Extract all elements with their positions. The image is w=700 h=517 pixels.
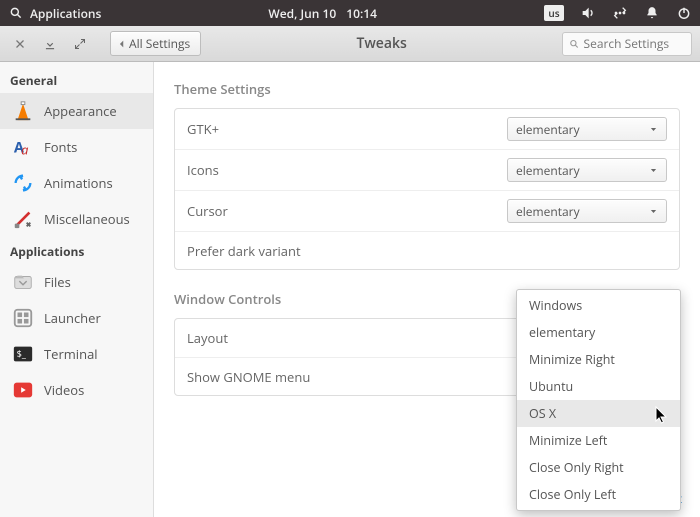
sidebar-item-files[interactable]: Files (0, 264, 153, 300)
chevron-down-icon (649, 166, 658, 175)
sidebar-item-label: Files (44, 273, 71, 291)
power-icon[interactable] (676, 5, 692, 21)
notification-icon[interactable] (644, 5, 660, 21)
launcher-icon (12, 307, 34, 329)
sidebar: General Appearance Aa Fonts Animations M… (0, 62, 154, 517)
svg-text:$_: $_ (17, 347, 27, 360)
dropdown-item[interactable]: Minimize Right (517, 346, 680, 373)
chevron-down-icon (649, 125, 658, 134)
search-icon (8, 5, 24, 21)
sidebar-item-appearance[interactable]: Appearance (0, 93, 153, 129)
gtk-select[interactable]: elementary (507, 117, 667, 141)
chevron-left-icon (117, 39, 127, 49)
maximize-button[interactable] (68, 32, 92, 56)
miscellaneous-icon (12, 208, 34, 230)
sidebar-item-label: Launcher (44, 309, 101, 327)
main: General Appearance Aa Fonts Animations M… (0, 62, 700, 517)
sidebar-item-launcher[interactable]: Launcher (0, 300, 153, 336)
appearance-icon (12, 100, 34, 122)
theme-group: GTK+ elementary Icons elementary Cursor … (174, 108, 680, 270)
videos-icon (12, 379, 34, 401)
sidebar-item-terminal[interactable]: $_ Terminal (0, 336, 153, 372)
cursor-select[interactable]: elementary (507, 199, 667, 223)
applications-label: Applications (30, 5, 101, 22)
gtk-label: GTK+ (187, 120, 219, 138)
date-label: Wed, Jun 10 (268, 5, 336, 22)
sidebar-item-animations[interactable]: Animations (0, 165, 153, 201)
sidebar-section-general: General (0, 66, 153, 93)
files-icon (12, 271, 34, 293)
icons-label: Icons (187, 161, 219, 179)
applications-menu[interactable]: Applications (8, 5, 101, 22)
cursor-select-value: elementary (516, 203, 580, 220)
dark-variant-label: Prefer dark variant (187, 242, 301, 260)
top-panel: Applications Wed, Jun 10 10:14 us (0, 0, 700, 26)
sidebar-item-label: Miscellaneous (44, 210, 130, 228)
sidebar-item-fonts[interactable]: Aa Fonts (0, 129, 153, 165)
keyboard-indicator[interactable]: us (544, 5, 564, 21)
animations-icon (12, 172, 34, 194)
all-settings-label: All Settings (129, 35, 190, 52)
row-dark-variant: Prefer dark variant (175, 231, 679, 269)
search-field[interactable] (562, 32, 692, 56)
dropdown-item[interactable]: Close Only Left (517, 481, 680, 508)
volume-icon[interactable] (580, 5, 596, 21)
close-button[interactable] (8, 32, 32, 56)
theme-settings-title: Theme Settings (174, 80, 680, 98)
chevron-down-icon (649, 207, 658, 216)
dropdown-item[interactable]: elementary (517, 319, 680, 346)
fonts-icon: Aa (12, 136, 34, 158)
download-button[interactable] (38, 32, 62, 56)
content: Theme Settings GTK+ elementary Icons ele… (154, 62, 700, 517)
all-settings-button[interactable]: All Settings (110, 31, 201, 56)
row-cursor: Cursor elementary (175, 190, 679, 231)
dropdown-item[interactable]: Ubuntu (517, 373, 680, 400)
svg-text:a: a (21, 140, 28, 158)
sidebar-item-label: Fonts (44, 138, 77, 156)
dropdown-item[interactable]: Close Only Right (517, 454, 680, 481)
layout-label: Layout (187, 329, 228, 347)
row-icons: Icons elementary (175, 149, 679, 190)
sidebar-item-label: Appearance (44, 102, 117, 120)
network-icon[interactable] (612, 5, 628, 21)
dropdown-item[interactable]: OS X (517, 400, 680, 427)
header-bar: All Settings Tweaks (0, 26, 700, 62)
icons-select[interactable]: elementary (507, 158, 667, 182)
dropdown-item[interactable]: Minimize Left (517, 427, 680, 454)
cursor-label: Cursor (187, 202, 228, 220)
time-label: 10:14 (346, 5, 377, 22)
terminal-icon: $_ (12, 343, 34, 365)
sidebar-item-videos[interactable]: Videos (0, 372, 153, 408)
gtk-select-value: elementary (516, 121, 580, 138)
icons-select-value: elementary (516, 162, 580, 179)
sidebar-item-miscellaneous[interactable]: Miscellaneous (0, 201, 153, 237)
clock[interactable]: Wed, Jun 10 10:14 (101, 5, 544, 22)
sidebar-section-applications: Applications (0, 237, 153, 264)
row-gtk: GTK+ elementary (175, 109, 679, 149)
sidebar-item-label: Videos (44, 381, 84, 399)
search-icon (569, 38, 580, 50)
sidebar-item-label: Terminal (44, 345, 98, 363)
sidebar-item-label: Animations (44, 174, 113, 192)
gnome-menu-label: Show GNOME menu (187, 368, 310, 386)
search-input[interactable] (584, 35, 686, 52)
layout-dropdown: WindowselementaryMinimize RightUbuntuOS … (516, 289, 681, 511)
window-title: Tweaks (207, 34, 556, 53)
dropdown-item[interactable]: Windows (517, 292, 680, 319)
